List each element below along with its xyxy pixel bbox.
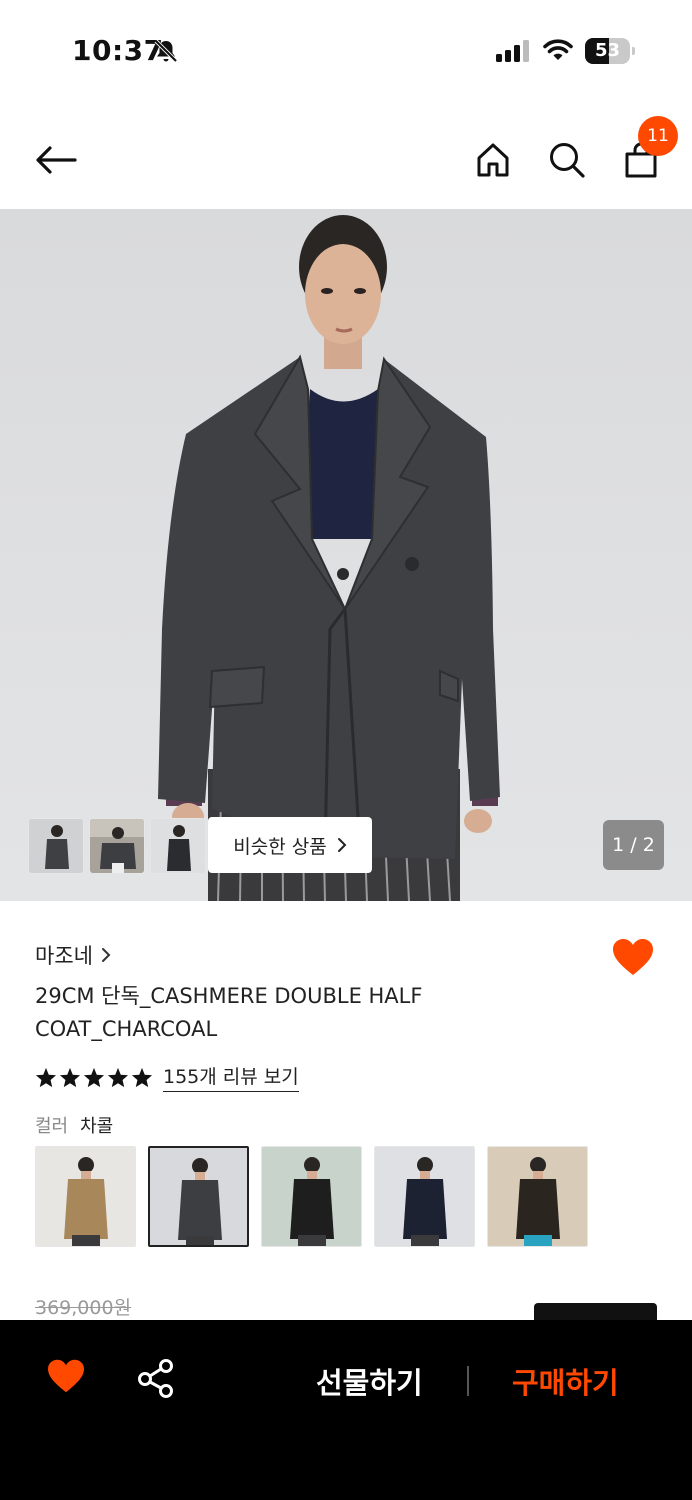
rating-row: 155개 리뷰 보기: [35, 1062, 299, 1092]
silent-bell-icon: [153, 38, 179, 68]
back-button[interactable]: [34, 138, 78, 182]
cart-count-badge: 11: [638, 116, 678, 156]
battery-icon: 53: [585, 38, 635, 64]
heart-icon: [48, 1359, 84, 1393]
color-swatches: [35, 1146, 588, 1247]
chevron-right-icon: [101, 948, 111, 962]
brand-name: 마조네: [35, 944, 93, 968]
product-title: 29CM 단독_CASHMERE DOUBLE HALF COAT_CHARCO…: [35, 984, 423, 1041]
bottom-action-bar: 선물하기 구매하기: [0, 1320, 692, 1500]
rating-stars: [35, 1067, 153, 1088]
image-pager: 1 / 2: [603, 820, 664, 870]
wifi-icon: [542, 38, 574, 66]
similar-products-label: 비슷한 상품: [233, 835, 327, 858]
search-button[interactable]: [545, 138, 589, 182]
selected-color: 차콜: [80, 1116, 114, 1137]
home-button[interactable]: [471, 138, 515, 182]
star-icon: [59, 1067, 81, 1087]
color-swatch-charcoal[interactable]: [148, 1146, 249, 1247]
star-icon: [35, 1067, 57, 1087]
bottom-wishlist-button[interactable]: [46, 1358, 86, 1398]
chevron-right-icon: [337, 838, 347, 852]
color-swatch-camel[interactable]: [35, 1146, 136, 1247]
status-time: 10:37: [72, 34, 164, 67]
gallery-thumbnail[interactable]: [150, 818, 206, 874]
similar-products-button[interactable]: 비슷한 상품: [208, 817, 372, 873]
gallery-thumbnail[interactable]: [28, 818, 84, 874]
share-icon: [138, 1359, 173, 1398]
color-swatch-black[interactable]: [261, 1146, 362, 1247]
buy-button[interactable]: 구매하기: [512, 1360, 619, 1402]
product-photo: [158, 215, 500, 901]
cellular-signal-icon: [496, 40, 532, 66]
search-icon: [550, 143, 585, 178]
star-icon: [107, 1067, 129, 1087]
heart-icon: [613, 939, 653, 975]
home-icon: [477, 143, 509, 177]
product-image-gallery[interactable]: 비슷한 상품 1 / 2: [0, 209, 692, 901]
original-price: 369,000원: [35, 1297, 132, 1319]
battery-level-text: 53: [594, 40, 621, 61]
star-icon: [83, 1067, 105, 1087]
gift-button[interactable]: 선물하기: [316, 1360, 423, 1402]
star-icon: [131, 1067, 153, 1087]
gallery-thumbnail[interactable]: [89, 818, 145, 874]
reviews-link[interactable]: 155개 리뷰 보기: [163, 1062, 299, 1092]
back-arrow-icon: [36, 146, 77, 174]
color-selector-header: 컬러 차콜: [35, 1112, 113, 1138]
brand-link[interactable]: 마조네: [35, 940, 111, 970]
color-swatch-navy[interactable]: [374, 1146, 475, 1247]
status-bar: 10:37 53: [0, 0, 692, 100]
gallery-thumbnails: [28, 818, 206, 874]
color-label: 컬러: [35, 1116, 69, 1137]
share-button[interactable]: [136, 1358, 176, 1402]
color-swatch-dark-brown[interactable]: [487, 1146, 588, 1247]
top-navigation: [0, 110, 692, 206]
wishlist-button[interactable]: [611, 937, 655, 981]
divider: [467, 1366, 469, 1396]
